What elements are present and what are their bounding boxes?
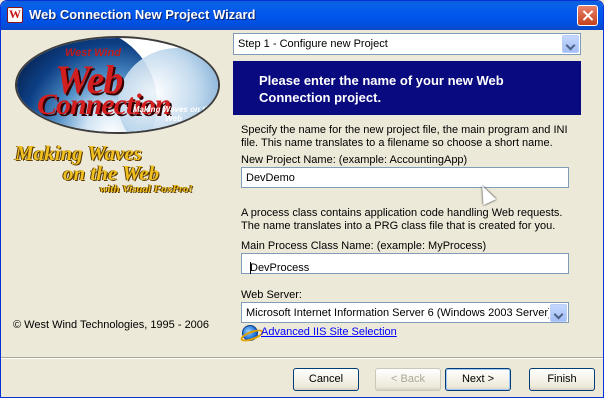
chevron-down-icon[interactable]: [550, 304, 567, 322]
web-server-value: Microsoft Internet Information Server 6 …: [246, 307, 549, 319]
slogan-line-1: Making Waves: [15, 141, 142, 165]
back-button[interactable]: < Back: [375, 368, 441, 391]
window-title: Web Connection New Project Wizard: [29, 7, 256, 22]
project-description: Specify the name for the new project fil…: [241, 124, 568, 149]
cancel-button[interactable]: Cancel: [293, 368, 359, 391]
text-caret: [250, 262, 251, 274]
process-description: A process class contains application cod…: [241, 207, 563, 232]
footer-divider: [1, 357, 603, 359]
web-connection-logo: West Wind Web Connection Making Waves on…: [15, 36, 220, 134]
slogan-line-3: with Visual FoxPro!: [100, 183, 193, 195]
process-class-input[interactable]: DevProcess: [241, 253, 569, 274]
process-class-label: Main Process Class Name: (example: MyPro…: [241, 240, 487, 252]
next-button[interactable]: Next >: [445, 368, 511, 391]
process-class-text: DevProcess: [250, 262, 310, 274]
project-name-value: DevDemo: [246, 172, 295, 184]
finish-button[interactable]: Finish: [529, 368, 595, 391]
web-server-label: Web Server:: [241, 289, 302, 301]
project-name-input[interactable]: DevDemo: [241, 167, 569, 188]
internet-explorer-icon: [242, 325, 258, 341]
project-name-label: New Project Name: (example: AccountingAp…: [241, 154, 468, 166]
copyright-text: © West Wind Technologies, 1995 - 2006: [13, 319, 210, 331]
wizard-window: W Web Connection New Project Wizard West…: [0, 0, 604, 398]
logo-tagline: Making Waves on the Web: [132, 105, 215, 123]
close-button[interactable]: [577, 5, 598, 26]
banner-text: Please enter the name of your new Web Co…: [259, 73, 504, 105]
title-bar[interactable]: W Web Connection New Project Wizard: [1, 1, 603, 30]
slogan: Making Waves on the Web with Visual FoxP…: [15, 143, 225, 196]
chevron-down-icon[interactable]: [562, 35, 579, 53]
step-dropdown[interactable]: Step 1 - Configure new Project: [233, 33, 581, 55]
advanced-iis-link[interactable]: Advanced IIS Site Selection: [261, 326, 397, 338]
slogan-line-2: on the Web: [63, 161, 160, 185]
step-dropdown-value: Step 1 - Configure new Project: [238, 38, 388, 50]
app-icon[interactable]: W: [7, 7, 23, 23]
web-server-dropdown[interactable]: Microsoft Internet Information Server 6 …: [241, 302, 569, 323]
instruction-banner: Please enter the name of your new Web Co…: [233, 61, 581, 115]
